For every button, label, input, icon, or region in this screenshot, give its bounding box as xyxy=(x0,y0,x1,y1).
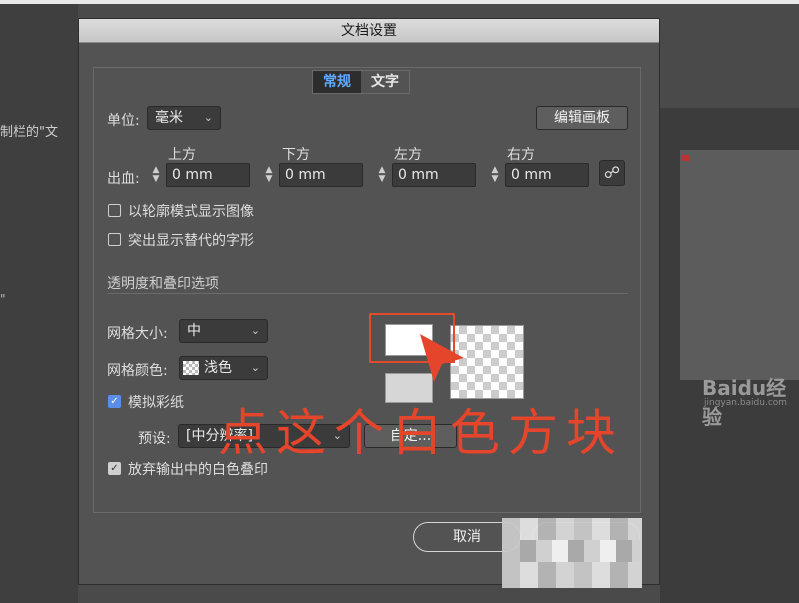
units-value: 毫米 xyxy=(155,110,183,126)
background-mark: " xyxy=(0,292,6,306)
bleed-right-label: 右方 xyxy=(507,147,535,163)
document-setup-dialog: 文档设置 xyxy=(78,18,660,585)
grid-color-value: 浅色 xyxy=(204,360,232,376)
bleed-top-label: 上方 xyxy=(168,147,196,163)
annotation-text: 点这个白色方块 xyxy=(218,404,624,462)
background-text: 制栏的"文 xyxy=(0,125,58,140)
chevron-down-icon: ⌄ xyxy=(250,324,260,337)
grid-size-label: 网格大小: xyxy=(107,326,168,342)
background-top-strip xyxy=(0,0,799,4)
tab-type[interactable]: 文字 xyxy=(361,71,409,93)
tab-bar: 常规 文字 xyxy=(312,70,410,94)
light-swatch-icon xyxy=(183,361,199,375)
bleed-bottom-stepper-icon[interactable]: ▲ ▼ xyxy=(262,164,276,186)
transparency-section-title: 透明度和叠印选项 xyxy=(107,276,219,292)
background-right-window xyxy=(680,150,799,380)
chevron-down-icon: ⌄ xyxy=(250,361,260,374)
bleed-left-stepper-icon[interactable]: ▲ ▼ xyxy=(375,164,389,186)
bleed-bottom-label: 下方 xyxy=(282,147,310,163)
bleed-top-stepper-icon[interactable]: ▲ ▼ xyxy=(149,164,163,186)
units-select[interactable]: 毫米 ⌄ xyxy=(147,106,221,130)
simulate-paper-checkbox[interactable]: ✓ xyxy=(108,395,121,408)
outline-mode-label: 以轮廓模式显示图像 xyxy=(128,204,254,220)
grid-color-select[interactable]: 浅色 ⌄ xyxy=(179,356,268,380)
units-label: 单位: xyxy=(107,113,140,129)
simulate-paper-label: 模拟彩纸 xyxy=(128,395,184,411)
bleed-left-label: 左方 xyxy=(394,147,422,163)
discard-white-checkbox[interactable]: ✓ xyxy=(108,462,121,475)
background-left-panel xyxy=(0,4,78,603)
mosaic-blur-strip xyxy=(520,540,640,562)
bleed-left-input[interactable]: 0 mm xyxy=(392,163,476,187)
bleed-top-input[interactable]: 0 mm xyxy=(166,163,250,187)
bleed-label: 出血: xyxy=(107,171,140,187)
edit-artboard-button[interactable]: 编辑画板 xyxy=(536,106,628,130)
tab-general[interactable]: 常规 xyxy=(313,71,361,93)
grid-size-select[interactable]: 中 ⌄ xyxy=(179,319,268,343)
section-divider xyxy=(107,293,628,294)
chevron-down-icon: ⌄ xyxy=(203,111,213,124)
bleed-right-stepper-icon[interactable]: ▲ ▼ xyxy=(488,164,502,186)
bleed-bottom-input[interactable]: 0 mm xyxy=(279,163,363,187)
preset-label: 预设: xyxy=(138,431,171,447)
watermark-url: jingyan.baidu.com xyxy=(704,398,788,408)
link-chain-icon[interactable]: ☍ xyxy=(599,160,625,186)
outline-mode-checkbox[interactable] xyxy=(108,204,121,217)
grid-color-label: 网格颜色: xyxy=(107,363,168,379)
dialog-title: 文档设置 xyxy=(79,19,659,43)
background-red-mark xyxy=(682,155,690,161)
bleed-right-input[interactable]: 0 mm xyxy=(505,163,589,187)
grid-size-value: 中 xyxy=(187,323,201,339)
annotation-arrow-icon xyxy=(420,334,464,382)
highlight-glyphs-checkbox[interactable] xyxy=(108,233,121,246)
highlight-glyphs-label: 突出显示替代的字形 xyxy=(128,233,254,249)
